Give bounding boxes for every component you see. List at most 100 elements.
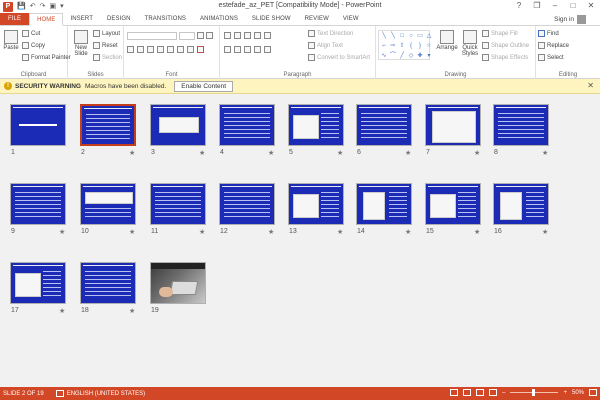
zoom-out-icon[interactable]: – — [502, 390, 505, 396]
close-icon[interactable]: ✕ — [582, 0, 600, 13]
numbering-icon[interactable] — [234, 32, 241, 39]
transition-star-icon[interactable]: ★ — [542, 228, 548, 236]
line-shape-icon[interactable]: ╲ — [389, 32, 397, 41]
star-shape-icon[interactable]: ☆ — [425, 42, 433, 51]
slide-thumbnail[interactable] — [288, 183, 344, 225]
transition-star-icon[interactable]: ★ — [199, 149, 205, 157]
transition-star-icon[interactable]: ★ — [129, 307, 135, 315]
transition-star-icon[interactable]: ★ — [268, 228, 274, 236]
tab-design[interactable]: DESIGN — [100, 13, 138, 25]
tab-transitions[interactable]: TRANSITIONS — [138, 13, 193, 25]
slide-thumbnail[interactable] — [356, 104, 412, 146]
increase-indent-icon[interactable] — [254, 32, 261, 39]
font-size-combo[interactable] — [179, 32, 195, 40]
transition-star-icon[interactable]: ★ — [405, 228, 411, 236]
text-direction-button[interactable]: Text Direction — [308, 30, 353, 37]
slide-thumbnail[interactable] — [10, 183, 66, 225]
language-indicator[interactable]: ENGLISH (UNITED STATES) — [55, 390, 145, 397]
transition-star-icon[interactable]: ★ — [542, 149, 548, 157]
change-case-icon[interactable] — [187, 46, 194, 53]
quick-styles-button[interactable]: Quick Styles — [459, 30, 481, 57]
enable-content-button[interactable]: Enable Content — [174, 80, 234, 92]
reset-button[interactable]: Reset — [93, 42, 118, 49]
transition-star-icon[interactable]: ★ — [59, 307, 65, 315]
font-color-icon[interactable] — [197, 46, 204, 53]
replace-button[interactable]: Replace — [538, 42, 569, 49]
shapes-gallery[interactable]: ╲ ╲ □ ○ ▭ △ ⌐ ⇨ ⇧ { } ☆ ∿ ⌒ ╱ ◇ ✚ ▾ — [378, 30, 433, 61]
slide-thumbnail[interactable] — [80, 183, 136, 225]
sign-in-label[interactable]: Sign in — [554, 16, 574, 23]
ribbon-display-icon[interactable]: ❐ — [528, 0, 546, 13]
slide-thumbnail[interactable] — [219, 183, 275, 225]
tab-view[interactable]: VIEW — [336, 13, 366, 25]
help-icon[interactable]: ? — [510, 0, 528, 13]
close-warning-icon[interactable]: ✕ — [587, 81, 594, 90]
align-left-icon[interactable] — [224, 46, 231, 53]
format-painter-button[interactable]: Format Painter — [22, 54, 71, 61]
cut-button[interactable]: Cut — [22, 30, 40, 37]
more-shapes-icon[interactable]: ▾ — [425, 52, 433, 61]
transition-star-icon[interactable]: ★ — [337, 149, 343, 157]
brace-shape-icon[interactable]: { — [407, 42, 415, 51]
bullets-icon[interactable] — [224, 32, 231, 39]
slide-thumbnail[interactable] — [425, 183, 481, 225]
transition-star-icon[interactable]: ★ — [199, 228, 205, 236]
transition-star-icon[interactable]: ★ — [59, 228, 65, 236]
zoom-in-icon[interactable]: + — [563, 390, 567, 396]
zoom-slider[interactable] — [510, 389, 559, 396]
shrink-font-icon[interactable] — [206, 32, 213, 39]
arc-shape-icon[interactable]: ⌒ — [389, 52, 397, 61]
shadow-icon[interactable] — [157, 46, 164, 53]
fit-slide-icon[interactable] — [589, 389, 597, 396]
italic-icon[interactable] — [137, 46, 144, 53]
layout-button[interactable]: Layout — [93, 30, 120, 37]
slide-show-view-icon[interactable] — [489, 389, 498, 396]
curve-shape-icon[interactable]: ∿ — [380, 52, 388, 61]
zoom-slider-thumb[interactable] — [532, 389, 536, 396]
triangle-shape-icon[interactable]: △ — [425, 32, 433, 41]
select-button[interactable]: Select — [538, 54, 564, 61]
decrease-indent-icon[interactable] — [244, 32, 251, 39]
convert-smartart-button[interactable]: Convert to SmartArt — [308, 54, 370, 61]
align-center-icon[interactable] — [234, 46, 241, 53]
normal-view-icon[interactable] — [450, 389, 459, 396]
align-right-icon[interactable] — [244, 46, 251, 53]
slide-thumbnail[interactable] — [493, 183, 549, 225]
underline-icon[interactable] — [147, 46, 154, 53]
slide-thumbnail[interactable] — [219, 104, 275, 146]
transition-star-icon[interactable]: ★ — [474, 149, 480, 157]
strikethrough-icon[interactable] — [167, 46, 174, 53]
tab-file[interactable]: FILE — [0, 13, 30, 25]
grow-font-icon[interactable] — [197, 32, 204, 39]
tab-slide-show[interactable]: SLIDE SHOW — [245, 13, 298, 25]
slide-thumbnail[interactable] — [150, 104, 206, 146]
cross-shape-icon[interactable]: ✚ — [416, 52, 424, 61]
align-text-button[interactable]: Align Text — [308, 42, 343, 49]
shape-effects-button[interactable]: Shape Effects — [482, 54, 528, 61]
slide-thumbnail[interactable] — [80, 104, 136, 146]
sign-in[interactable]: Sign in — [554, 15, 586, 24]
rectangle-shape-icon[interactable]: □ — [398, 32, 406, 41]
line-shape-icon[interactable]: ╲ — [380, 32, 388, 41]
font-name-combo[interactable] — [127, 32, 177, 40]
slide-thumbnail[interactable] — [80, 262, 136, 304]
start-from-beginning-icon[interactable]: ▣ — [49, 2, 56, 12]
transition-star-icon[interactable]: ★ — [474, 228, 480, 236]
slide-thumbnail[interactable] — [288, 104, 344, 146]
line-shape-icon[interactable]: ⌐ — [380, 42, 388, 51]
redo-icon[interactable]: ↷ — [40, 2, 46, 12]
shape-outline-button[interactable]: Shape Outline — [482, 42, 529, 49]
tab-home[interactable]: HOME — [29, 13, 64, 26]
slide-thumbnail[interactable] — [10, 104, 66, 146]
justify-icon[interactable] — [254, 46, 261, 53]
section-button[interactable]: Section — [93, 54, 122, 61]
line-spacing-icon[interactable] — [264, 32, 271, 39]
undo-icon[interactable]: ↶ — [30, 2, 36, 12]
save-icon[interactable]: 💾 — [17, 2, 26, 12]
arrow-shape-icon[interactable]: ⇧ — [398, 42, 406, 51]
paste-button[interactable]: Paste — [3, 30, 19, 51]
slide-thumbnail[interactable] — [425, 104, 481, 146]
tab-insert[interactable]: INSERT — [63, 13, 100, 25]
tab-animations[interactable]: ANIMATIONS — [193, 13, 245, 25]
transition-star-icon[interactable]: ★ — [268, 149, 274, 157]
